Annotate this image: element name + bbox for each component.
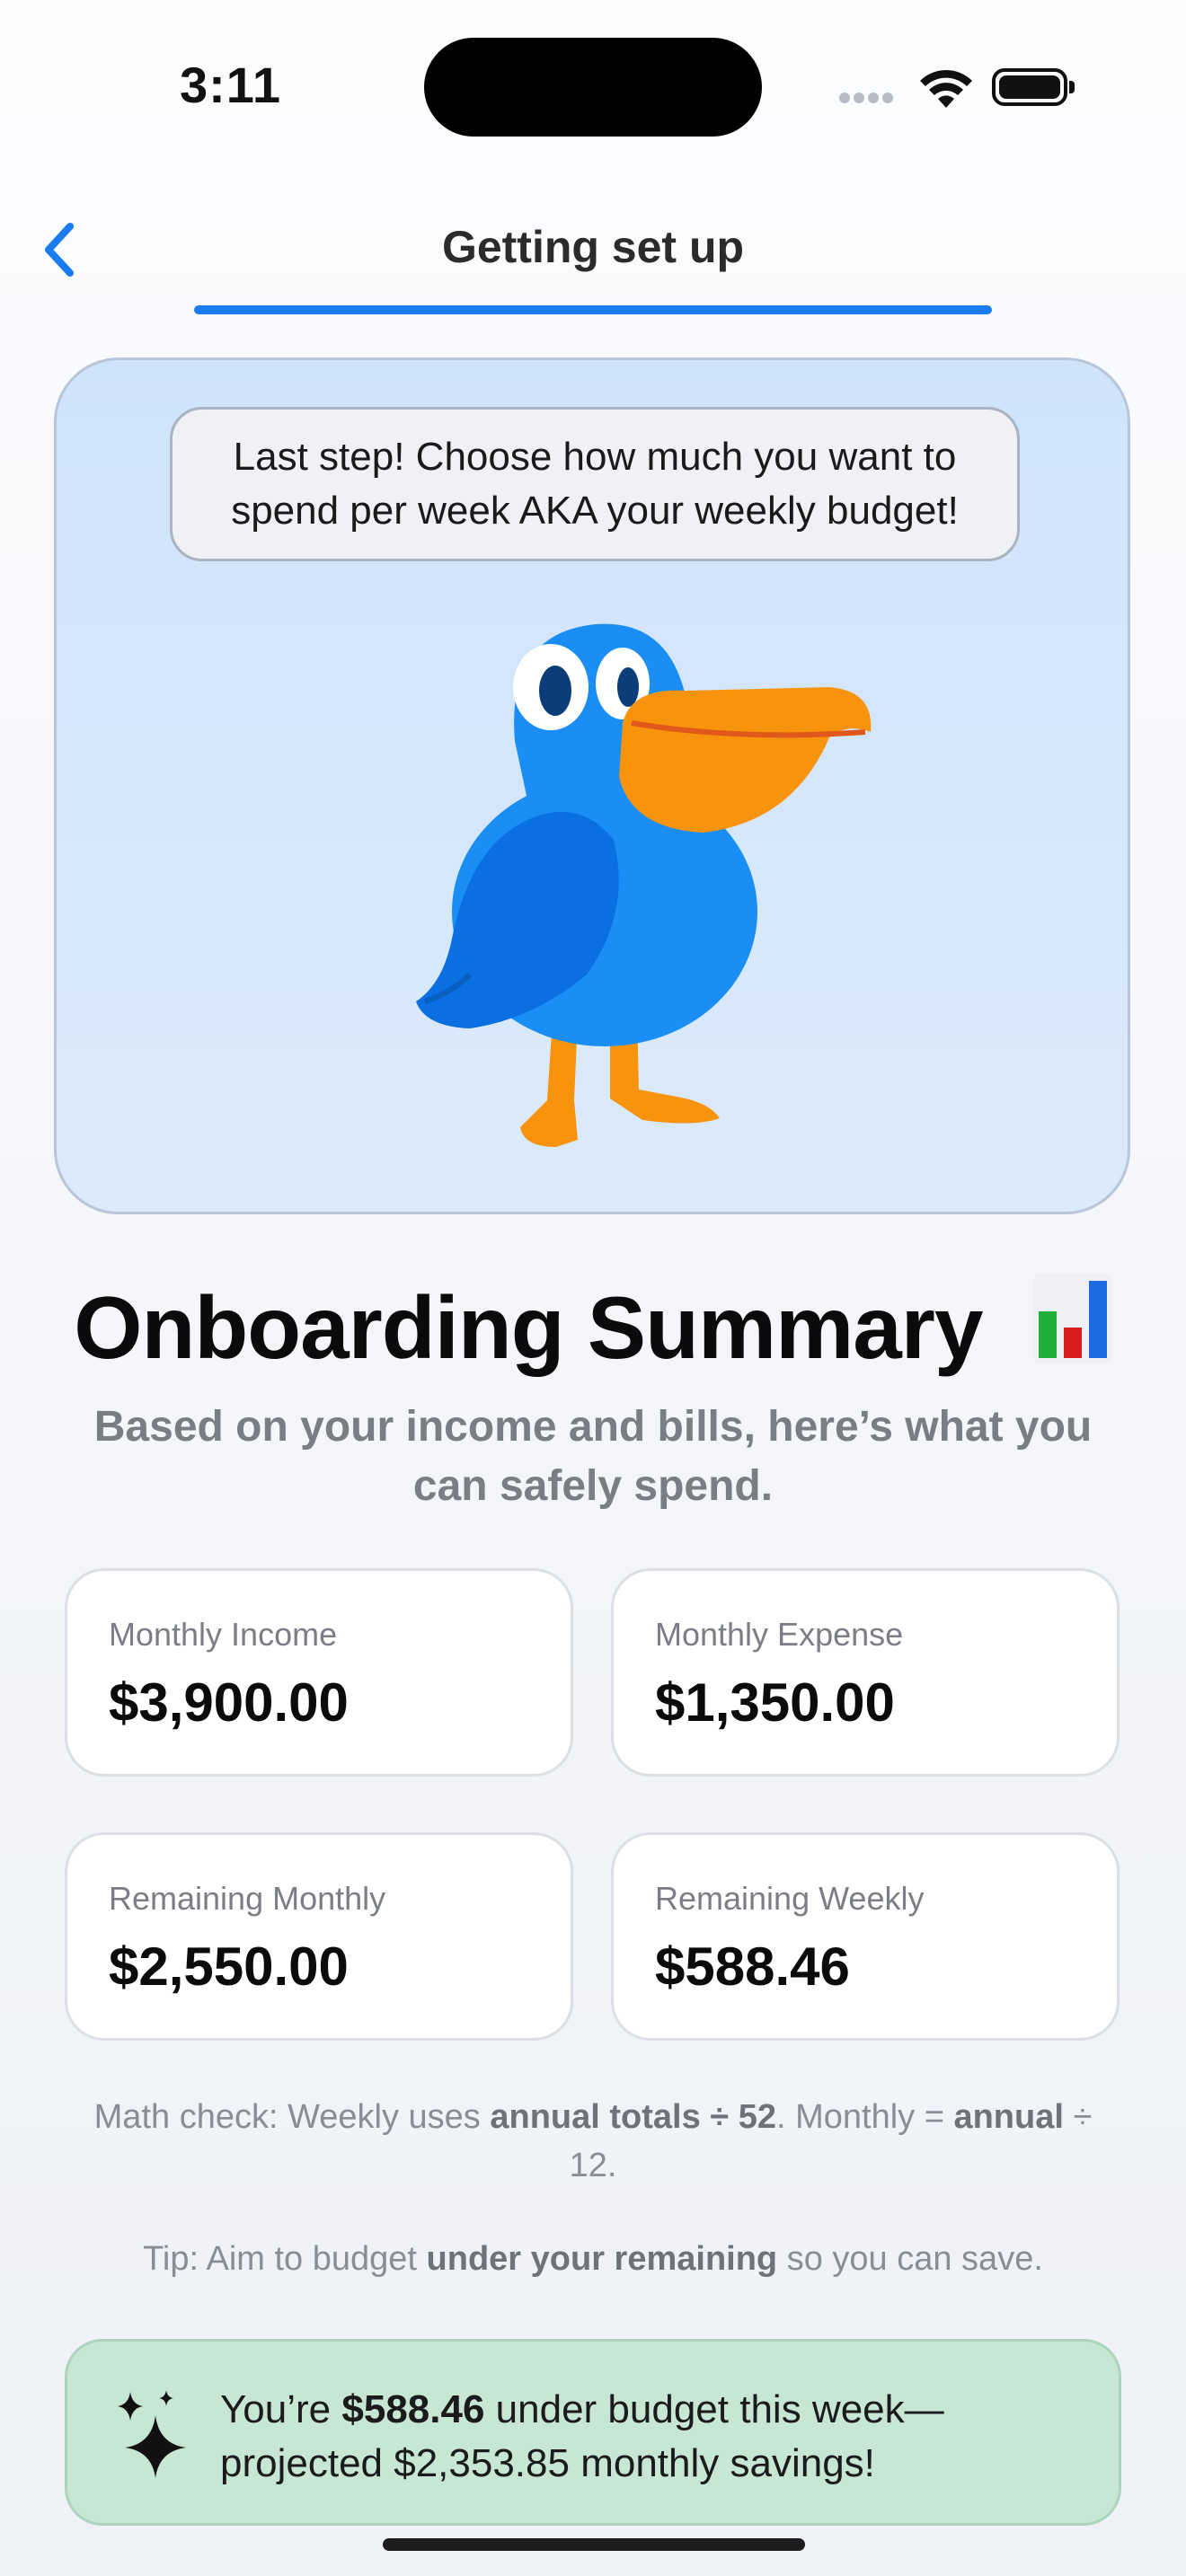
- dynamic-island: [424, 38, 762, 137]
- math-check-bold-2: annual: [953, 2098, 1064, 2136]
- battery-icon: [992, 68, 1075, 106]
- status-bar: 3:11: [0, 0, 1186, 171]
- tip-prefix: Tip: Aim to budget: [143, 2240, 427, 2278]
- summary-title-text: Onboarding Summary: [74, 1278, 983, 1377]
- monthly-expense-card: Monthly Expense $1,350.00: [611, 1568, 1120, 1777]
- page-title: Onboarding Summary: [0, 1274, 1186, 1379]
- card-label: Monthly Income: [109, 1616, 338, 1653]
- cellular-signal-icon: [839, 92, 902, 104]
- onboarding-progress-bar: [194, 305, 992, 314]
- card-value: $3,900.00: [109, 1672, 349, 1733]
- page-subtitle: Based on your income and bills, here’s w…: [93, 1403, 1093, 1510]
- speech-bubble: Last step! Choose how much you want to s…: [170, 407, 1020, 561]
- card-label: Remaining Weekly: [655, 1880, 925, 1917]
- remaining-monthly-card: Remaining Monthly $2,550.00: [65, 1832, 573, 2041]
- nav-title: Getting set up: [441, 222, 745, 272]
- card-value: $588.46: [655, 1936, 850, 1997]
- card-value: $1,350.00: [655, 1672, 895, 1733]
- math-check-middle: . Monthly =: [775, 2098, 954, 2136]
- math-check-prefix: Math check: Weekly uses: [93, 2098, 491, 2136]
- tip-bold: under your remaining: [426, 2240, 778, 2278]
- pelican-mascot-illustration: [416, 623, 872, 1147]
- savings-message: You’re $588.46 under budget this week—pr…: [220, 2383, 1101, 2491]
- card-value: $2,550.00: [109, 1936, 349, 1997]
- status-time: 3:11: [180, 57, 281, 113]
- savings-prefix: You’re: [220, 2387, 342, 2431]
- tip-note: Tip: Aim to budget under your remaining …: [72, 2240, 1114, 2279]
- tip-suffix: so you can save.: [777, 2240, 1043, 2278]
- card-label: Monthly Expense: [655, 1616, 904, 1653]
- card-label: Remaining Monthly: [109, 1880, 386, 1917]
- math-check-bold-1: annual totals ÷ 52: [490, 2098, 776, 2136]
- remaining-weekly-card: Remaining Weekly $588.46: [611, 1832, 1120, 2041]
- sparkles-icon: [118, 2390, 186, 2478]
- home-indicator[interactable]: [383, 2538, 805, 2551]
- savings-banner: You’re $588.46 under budget this week—pr…: [65, 2339, 1121, 2526]
- nav-bar: Getting set up: [0, 171, 1186, 332]
- bar-chart-icon: [1032, 1274, 1112, 1363]
- math-check-note: Math check: Weekly uses annual totals ÷ …: [72, 2093, 1114, 2190]
- savings-amount: $588.46: [341, 2387, 485, 2431]
- progress-fill: [194, 305, 992, 314]
- monthly-income-card: Monthly Income $3,900.00: [65, 1568, 573, 1777]
- wifi-icon: [920, 69, 972, 108]
- mascot-hero-card: Last step! Choose how much you want to s…: [54, 357, 1130, 1214]
